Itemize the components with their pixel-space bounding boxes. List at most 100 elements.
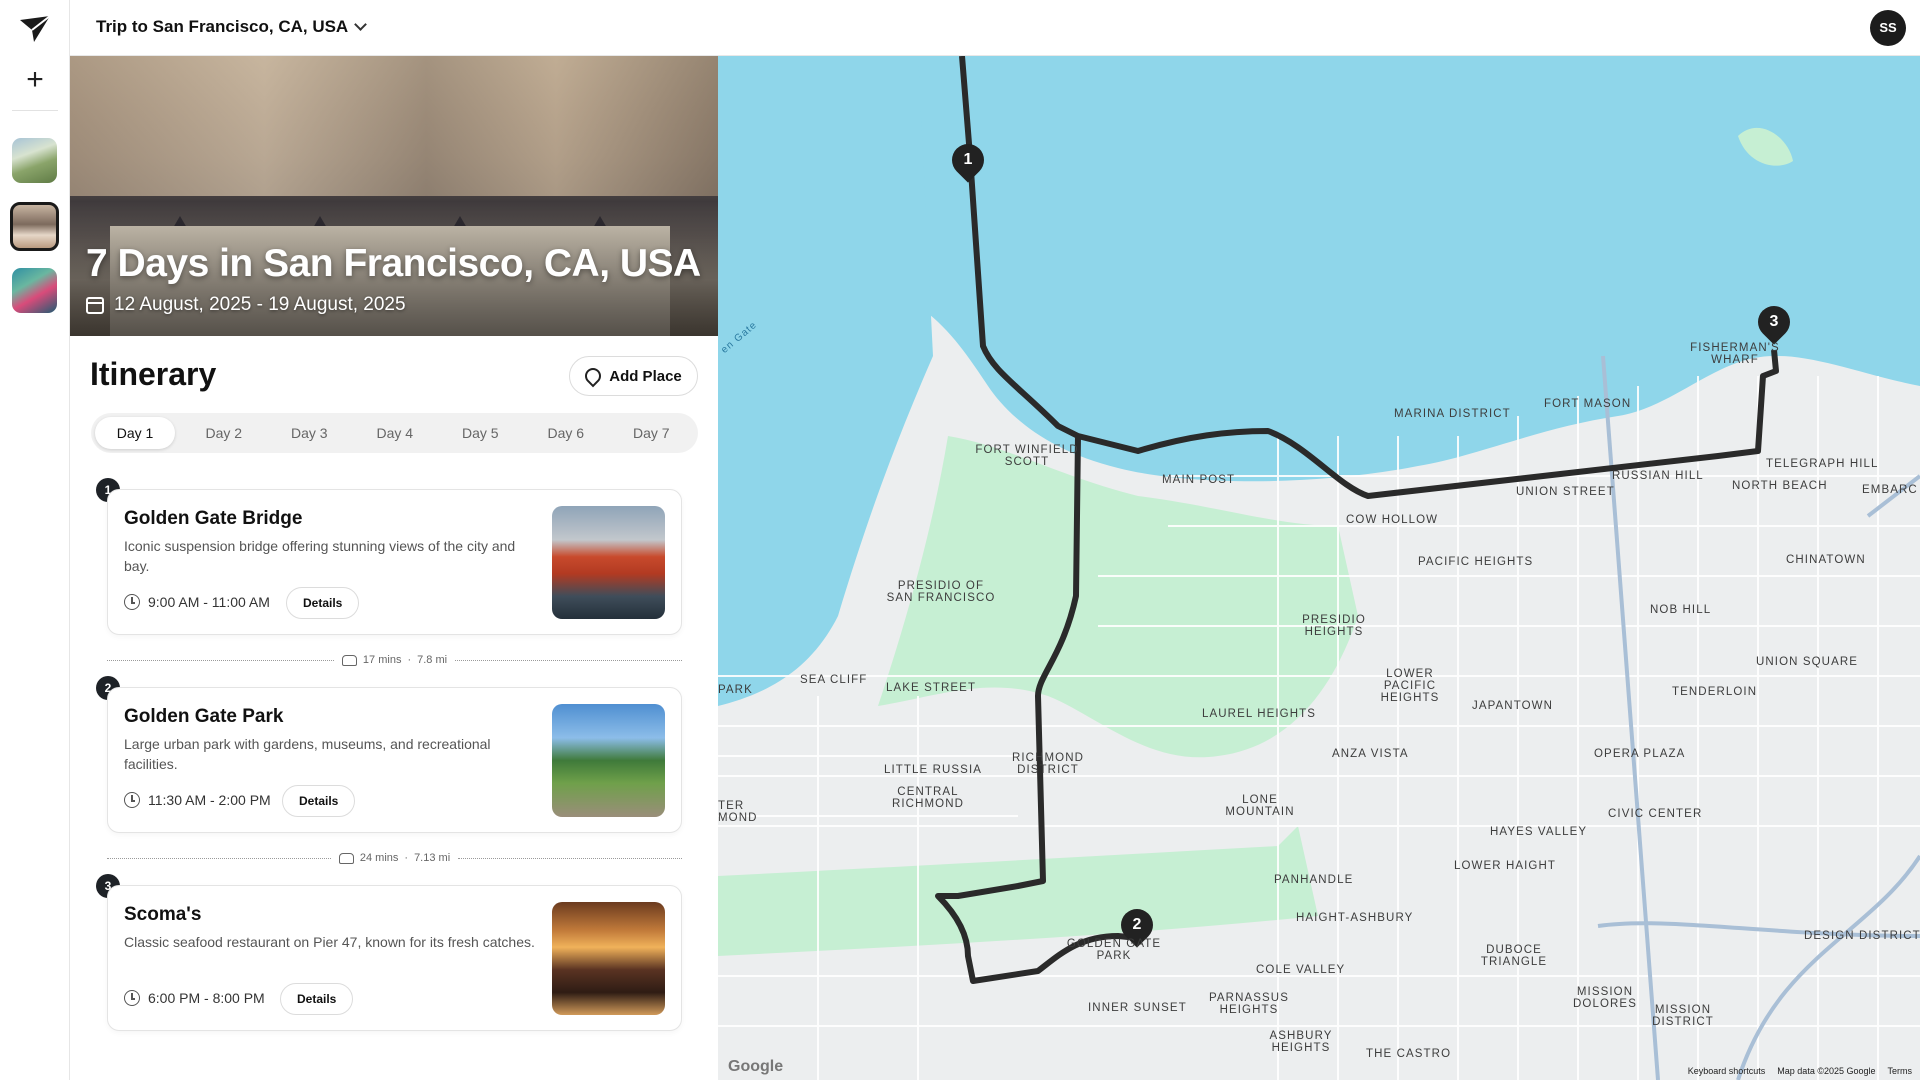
map-label: MISSION DISTRICT xyxy=(1652,1004,1714,1028)
map-marker-1-label: 1 xyxy=(963,151,973,168)
travel-distance: 7.13 mi xyxy=(414,852,451,864)
tab-day-1[interactable]: Day 1 xyxy=(95,417,175,449)
tab-day-2[interactable]: Day 2 xyxy=(181,417,267,449)
paper-plane-logo-icon[interactable] xyxy=(18,14,52,44)
tab-day-7[interactable]: Day 7 xyxy=(609,417,695,449)
itinerary-heading: Itinerary xyxy=(90,356,217,392)
place-photo xyxy=(552,506,665,619)
tab-day-6[interactable]: Day 6 xyxy=(523,417,609,449)
map-label: LOWER HAIGHT xyxy=(1454,860,1557,872)
hero-dates: 12 August, 2025 - 19 August, 2025 xyxy=(86,294,406,316)
map-label: PACIFIC HEIGHTS xyxy=(1418,556,1534,568)
map-marker-3-label: 3 xyxy=(1769,313,1779,330)
left-rail: + xyxy=(0,0,70,1080)
terms-link[interactable]: Terms xyxy=(1888,1066,1913,1076)
clock-icon xyxy=(124,594,140,610)
tab-day-5[interactable]: Day 5 xyxy=(438,417,524,449)
new-trip-plus-icon[interactable]: + xyxy=(20,65,50,96)
map-attribution: Keyboard shortcuts Map data ©2025 Google… xyxy=(1688,1066,1912,1076)
map-view[interactable]: 1 2 3 FISHERMAN'S WHARF FORT MASON MARIN… xyxy=(718,56,1920,1080)
map-label: PARK xyxy=(718,684,753,696)
trip-thumbnail-1[interactable] xyxy=(12,138,57,183)
dotted-divider xyxy=(107,857,331,859)
map-label: DESIGN DISTRICT xyxy=(1804,930,1920,942)
place-time: 11:30 AM - 2:00 PM xyxy=(124,792,271,808)
map-label: CENTRAL RICHMOND xyxy=(891,786,965,810)
map-label: LOWER PACIFIC HEIGHTS xyxy=(1380,668,1440,704)
place-time-text: 11:30 AM - 2:00 PM xyxy=(148,792,271,808)
map-data-text: Map data ©2025 Google xyxy=(1777,1066,1876,1076)
place-time: 9:00 AM - 11:00 AM xyxy=(124,594,270,610)
map-label: PRESIDIO OF SAN FRANCISCO xyxy=(886,580,996,604)
tab-day-4[interactable]: Day 4 xyxy=(352,417,438,449)
trip-thumbnail-3[interactable] xyxy=(12,268,57,313)
travel-info: 17 mins · 7.8 mi xyxy=(334,654,455,666)
map-label: NORTH BEACH xyxy=(1732,480,1828,492)
dotted-divider xyxy=(107,659,334,661)
user-avatar[interactable]: SS xyxy=(1870,10,1906,46)
travel-distance: 7.8 mi xyxy=(417,654,448,666)
location-pin-icon xyxy=(581,364,605,388)
map-label: UNION STREET xyxy=(1516,486,1615,498)
dotted-divider xyxy=(458,857,682,859)
map-label: ANZA VISTA xyxy=(1332,748,1409,760)
hero-dates-text: 12 August, 2025 - 19 August, 2025 xyxy=(114,294,406,315)
rail-divider xyxy=(12,110,58,111)
map-label: SEA CLIFF xyxy=(800,674,868,686)
map-label: FORT WINFIELD SCOTT xyxy=(975,444,1079,468)
map-label: GOLDEN GATE PARK xyxy=(1066,938,1162,962)
top-bar: Trip to San Francisco, CA, USA SS xyxy=(70,0,1920,56)
hero-banner: 7 Days in San Francisco, CA, USA 12 Augu… xyxy=(70,56,718,336)
map-label: CIVIC CENTER xyxy=(1608,808,1703,820)
dotted-divider xyxy=(455,659,683,661)
map-label: LONE MOUNTAIN xyxy=(1225,794,1295,818)
map-label: TER MOND xyxy=(718,800,758,824)
map-marker-1[interactable]: 1 xyxy=(945,137,991,183)
map-label: UNION SQUARE xyxy=(1756,656,1859,668)
map-label: THE CASTRO xyxy=(1366,1048,1452,1060)
map-label: RICHMOND DISTRICT xyxy=(1011,752,1085,776)
details-button[interactable]: Details xyxy=(282,785,356,817)
calendar-icon xyxy=(86,296,104,314)
trip-thumbnail-2-active[interactable] xyxy=(10,202,59,251)
map-label: OPERA PLAZA xyxy=(1594,748,1686,760)
add-place-button[interactable]: Add Place xyxy=(569,356,698,396)
details-button[interactable]: Details xyxy=(280,983,354,1015)
map-label: TENDERLOIN xyxy=(1672,686,1758,698)
map-label: ASHBURY HEIGHTS xyxy=(1269,1030,1333,1054)
travel-duration: 24 mins xyxy=(359,852,399,864)
map-label: PARNASSUS HEIGHTS xyxy=(1209,992,1289,1016)
place-name: Golden Gate Park xyxy=(124,706,284,727)
map-marker-2-label: 2 xyxy=(1132,916,1142,933)
place-photo xyxy=(552,704,665,817)
place-photo xyxy=(552,902,665,1015)
keyboard-shortcuts-link[interactable]: Keyboard shortcuts xyxy=(1688,1066,1766,1076)
map-label: HAYES VALLEY xyxy=(1490,826,1588,838)
place-name: Scoma's xyxy=(124,904,202,925)
travel-duration: 17 mins xyxy=(362,654,402,666)
trip-selector[interactable]: Trip to San Francisco, CA, USA xyxy=(96,17,368,37)
map-marker-3[interactable]: 3 xyxy=(1751,299,1797,345)
place-card-scomas[interactable]: Scoma's Classic seafood restaurant on Pi… xyxy=(107,885,682,1031)
chevron-down-icon xyxy=(354,18,368,31)
details-button[interactable]: Details xyxy=(286,587,360,619)
map-label: PRESIDIO HEIGHTS xyxy=(1302,614,1366,638)
tab-day-3[interactable]: Day 3 xyxy=(267,417,353,449)
place-description: Large urban park with gardens, museums, … xyxy=(124,736,491,772)
golden-gate-water xyxy=(718,56,933,706)
map-label: MISSION DOLORES xyxy=(1573,986,1637,1010)
map-label: CHINATOWN xyxy=(1786,554,1866,566)
google-logo: Google xyxy=(728,1058,784,1075)
hero-title: 7 Days in San Francisco, CA, USA xyxy=(86,242,701,285)
add-place-label: Add Place xyxy=(609,367,682,385)
place-card-golden-gate-bridge[interactable]: Golden Gate Bridge Iconic suspension bri… xyxy=(107,489,682,635)
map-label: INNER SUNSET xyxy=(1088,1002,1187,1014)
map-label: EMBARC xyxy=(1862,484,1918,496)
place-time-text: 9:00 AM - 11:00 AM xyxy=(148,594,270,610)
travel-separator: · xyxy=(407,654,412,666)
map-canvas xyxy=(718,56,1920,1080)
travel-info: 24 mins · 7.13 mi xyxy=(331,852,458,864)
place-card-golden-gate-park[interactable]: Golden Gate Park Large urban park with g… xyxy=(107,687,682,833)
map-label: NOB HILL xyxy=(1650,604,1712,616)
map-label: RUSSIAN HILL xyxy=(1612,470,1704,482)
